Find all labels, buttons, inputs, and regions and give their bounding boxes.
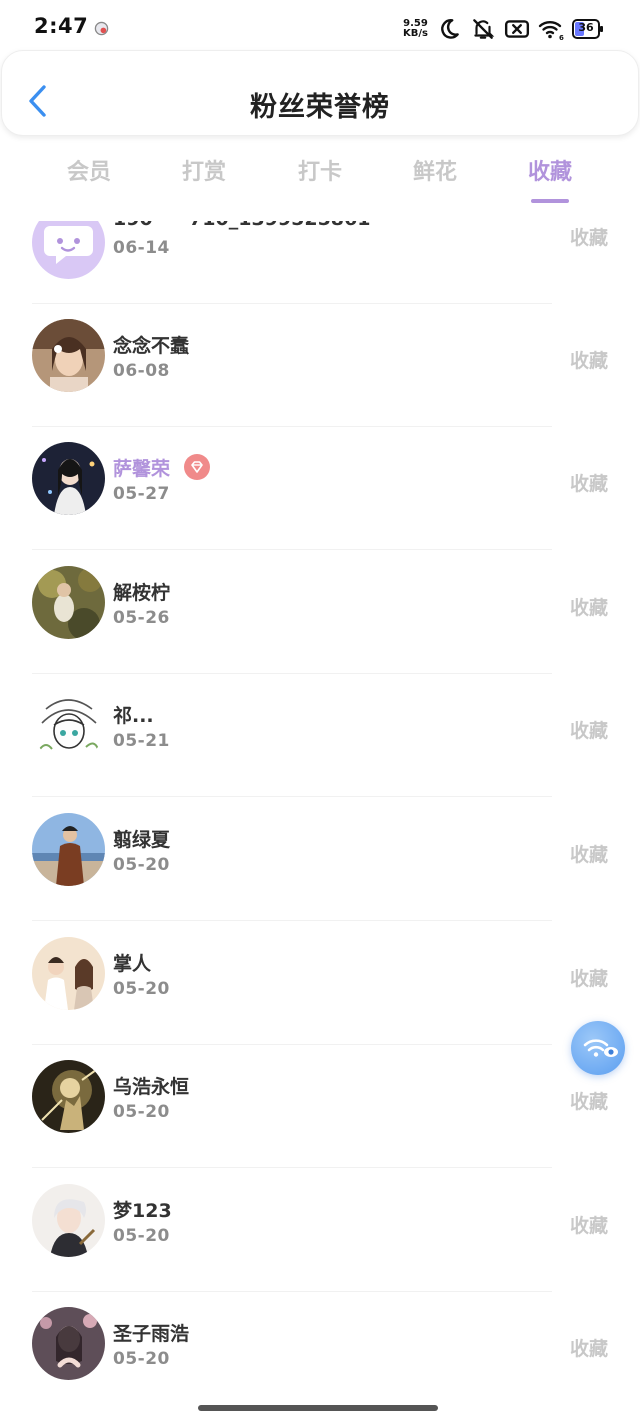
svg-text:6: 6 bbox=[559, 34, 564, 42]
moon-icon bbox=[441, 19, 459, 39]
item-date: 05-27 bbox=[113, 484, 170, 504]
avatar bbox=[32, 319, 105, 392]
list-item[interactable]: 翦绿夏 05-20 收藏 bbox=[0, 813, 640, 936]
item-date: 05-26 bbox=[113, 608, 170, 628]
item-name: 掌人 bbox=[113, 953, 152, 975]
divider bbox=[32, 1044, 552, 1045]
item-name: 萨馨荣 bbox=[113, 458, 171, 480]
divider bbox=[32, 1291, 552, 1292]
list-item[interactable]: 190*** 710_1399525861 06-14 收藏 bbox=[0, 221, 640, 319]
no-sim-icon bbox=[504, 20, 530, 38]
item-date: 05-20 bbox=[113, 1226, 170, 1246]
floating-assistant-button[interactable] bbox=[571, 1021, 625, 1075]
item-action-label[interactable]: 收藏 bbox=[570, 469, 608, 496]
mute-icon bbox=[473, 19, 495, 39]
item-action-label[interactable]: 收藏 bbox=[570, 1211, 608, 1238]
avatar bbox=[32, 442, 105, 515]
item-name: 乌浩永恒 bbox=[113, 1076, 190, 1098]
list-item[interactable]: 乌浩永恒 05-20 收藏 bbox=[0, 1060, 640, 1183]
divider bbox=[32, 673, 552, 674]
list-item[interactable]: 萨馨荣 05-27 收藏 bbox=[0, 442, 640, 565]
list-item[interactable]: 梦123 05-20 收藏 bbox=[0, 1184, 640, 1307]
tab-bar: 会员 打赏 打卡 鲜花 收藏 bbox=[0, 150, 640, 203]
item-name: 解桉柠 bbox=[113, 582, 171, 604]
tab-favorites-label: 收藏 bbox=[527, 160, 572, 185]
divider bbox=[32, 796, 552, 797]
list-item[interactable]: 祁... 05-21 收藏 bbox=[0, 689, 640, 812]
status-icons: 9.59 KB/s 6 36 bbox=[403, 14, 604, 44]
avatar bbox=[32, 813, 105, 886]
avatar bbox=[32, 937, 105, 1010]
item-name: 祁... bbox=[113, 705, 154, 727]
status-time: 2:47 bbox=[34, 14, 89, 38]
divider bbox=[32, 549, 552, 550]
net-speed: 9.59 KB/s bbox=[403, 19, 428, 39]
item-action-label[interactable]: 收藏 bbox=[570, 593, 608, 620]
wifi-eye-icon bbox=[583, 1039, 618, 1057]
item-action-label[interactable]: 收藏 bbox=[570, 223, 608, 250]
avatar bbox=[32, 689, 105, 762]
page-title: 粉丝荣誉榜 bbox=[250, 92, 390, 123]
item-name: 翦绿夏 bbox=[113, 829, 171, 851]
tab-flowers[interactable]: 鲜花 bbox=[395, 154, 475, 186]
item-name: 念念不蠢 bbox=[113, 335, 190, 357]
app-notification-icon bbox=[94, 21, 109, 36]
battery-icon: 36 bbox=[572, 18, 604, 40]
item-name: 190*** 710_1399525861 bbox=[113, 221, 370, 230]
tab-checkin[interactable]: 打卡 bbox=[280, 154, 360, 186]
avatar bbox=[32, 1184, 105, 1257]
active-tab-indicator bbox=[531, 199, 569, 203]
item-name: 梦123 bbox=[113, 1200, 172, 1222]
divider bbox=[32, 1167, 552, 1168]
item-date: 05-20 bbox=[113, 855, 170, 875]
fan-list[interactable]: 190*** 710_1399525861 06-14 收藏 念念不蠢 06-0… bbox=[0, 221, 640, 1423]
divider bbox=[32, 426, 552, 427]
item-action-label[interactable]: 收藏 bbox=[570, 346, 608, 373]
tab-favorites[interactable]: 收藏 bbox=[510, 154, 590, 203]
net-speed-unit: KB/s bbox=[403, 28, 428, 39]
item-action-label[interactable]: 收藏 bbox=[570, 716, 608, 743]
item-date: 05-21 bbox=[113, 731, 170, 751]
header-bar: 粉丝荣誉榜 bbox=[1, 50, 639, 136]
list-item[interactable]: 掌人 05-20 收藏 bbox=[0, 937, 640, 1060]
item-date: 06-08 bbox=[113, 361, 170, 381]
list-item[interactable]: 解桉柠 05-26 收藏 bbox=[0, 566, 640, 689]
avatar bbox=[32, 1307, 105, 1380]
item-action-label[interactable]: 收藏 bbox=[570, 840, 608, 867]
vip-diamond-icon bbox=[184, 454, 210, 480]
battery-level: 36 bbox=[578, 21, 594, 34]
item-action-label[interactable]: 收藏 bbox=[570, 1087, 608, 1114]
avatar bbox=[32, 566, 105, 639]
item-action-label[interactable]: 收藏 bbox=[570, 1334, 608, 1361]
home-indicator[interactable] bbox=[198, 1405, 438, 1411]
divider bbox=[32, 303, 552, 304]
item-action-label[interactable]: 收藏 bbox=[570, 964, 608, 991]
tab-rewards[interactable]: 打赏 bbox=[164, 154, 244, 186]
wifi-icon: 6 bbox=[538, 21, 564, 42]
item-date: 05-20 bbox=[113, 1102, 170, 1122]
list-item[interactable]: 念念不蠢 06-08 收藏 bbox=[0, 319, 640, 442]
item-date: 06-14 bbox=[113, 238, 170, 258]
divider bbox=[32, 920, 552, 921]
item-date: 05-20 bbox=[113, 979, 170, 999]
avatar bbox=[32, 221, 105, 279]
item-date: 05-20 bbox=[113, 1349, 170, 1369]
item-name: 圣子雨浩 bbox=[113, 1323, 190, 1345]
avatar bbox=[32, 1060, 105, 1133]
tab-members[interactable]: 会员 bbox=[49, 154, 129, 186]
